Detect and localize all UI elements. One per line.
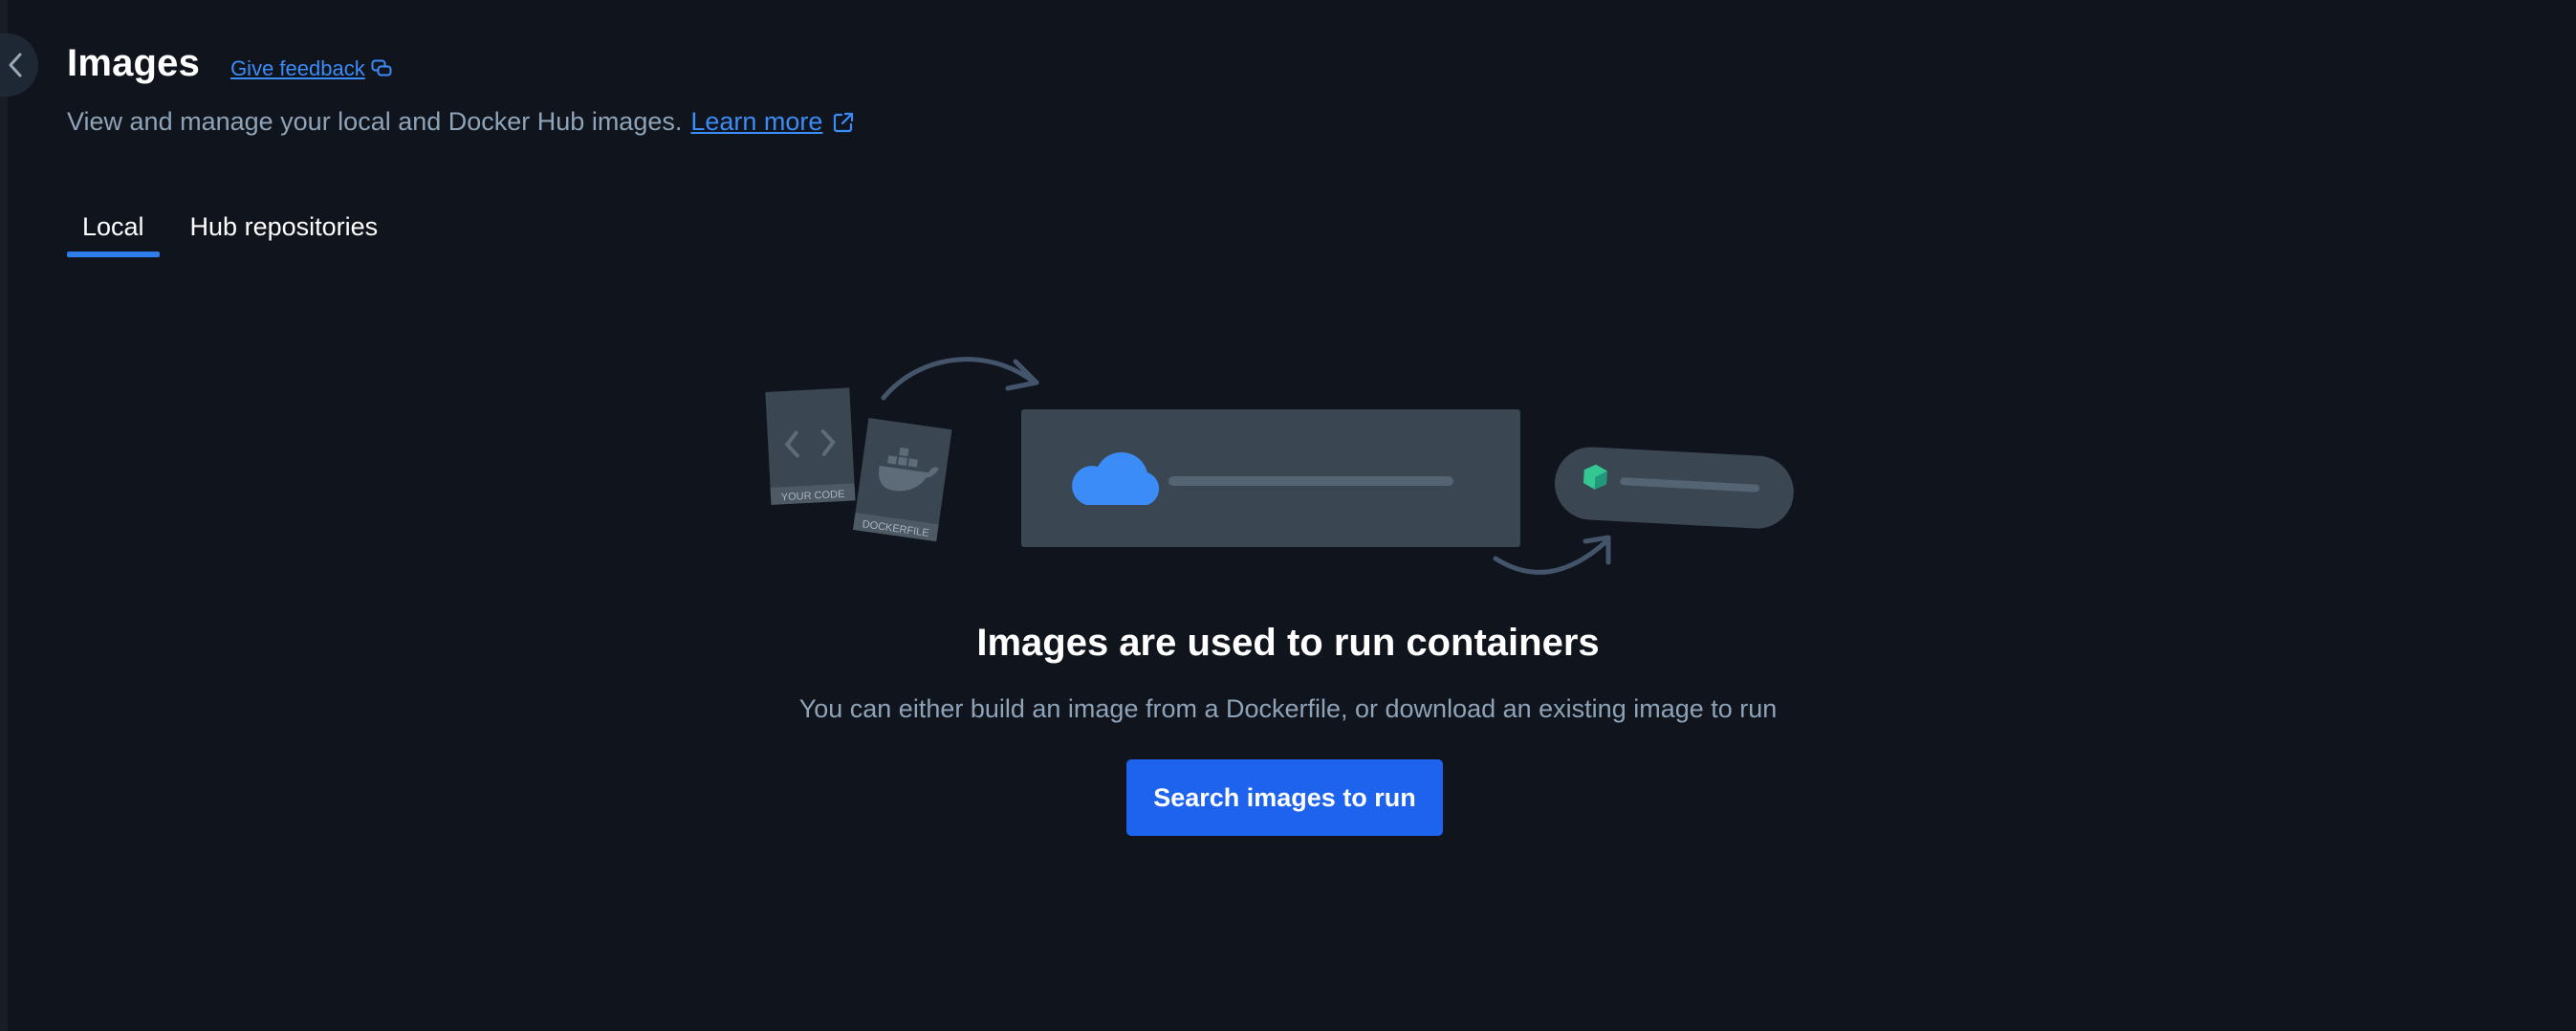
learn-more-label: Learn more <box>690 107 823 136</box>
external-link-icon <box>834 112 854 132</box>
collapse-sidebar-button[interactable] <box>0 33 38 97</box>
build-arrow <box>881 357 1037 401</box>
build-run-illustration: YOUR CODE DOCKERFILE <box>765 357 1794 575</box>
dockerfile-card: DOCKERFILE <box>853 417 952 542</box>
page-header: Images Give feedback <box>67 42 392 85</box>
chevron-left-icon <box>9 53 22 77</box>
your-code-card: YOUR CODE <box>765 387 856 505</box>
container-pill <box>1555 447 1794 529</box>
give-feedback-link[interactable]: Give feedback <box>230 56 392 81</box>
chat-bubbles-icon <box>371 59 392 77</box>
tab-local[interactable]: Local <box>67 208 160 257</box>
title-row: Images Give feedback <box>67 42 392 85</box>
give-feedback-label: Give feedback <box>230 56 365 80</box>
subtitle-text: View and manage your local and Docker Hu… <box>67 107 683 136</box>
page-title: Images <box>67 42 201 84</box>
page-subtitle: View and manage your local and Docker Hu… <box>67 107 855 137</box>
tab-bar: Local Hub repositories <box>67 208 408 257</box>
tab-hub-repositories[interactable]: Hub repositories <box>175 208 394 255</box>
left-edge-strip <box>0 0 8 1031</box>
learn-more-link[interactable]: Learn more <box>690 107 855 137</box>
empty-state-description: You can either build an image from a Doc… <box>798 694 1778 723</box>
empty-state-title: Images are used to run containers <box>976 622 1600 664</box>
search-images-button[interactable]: Search images to run <box>1126 759 1443 836</box>
